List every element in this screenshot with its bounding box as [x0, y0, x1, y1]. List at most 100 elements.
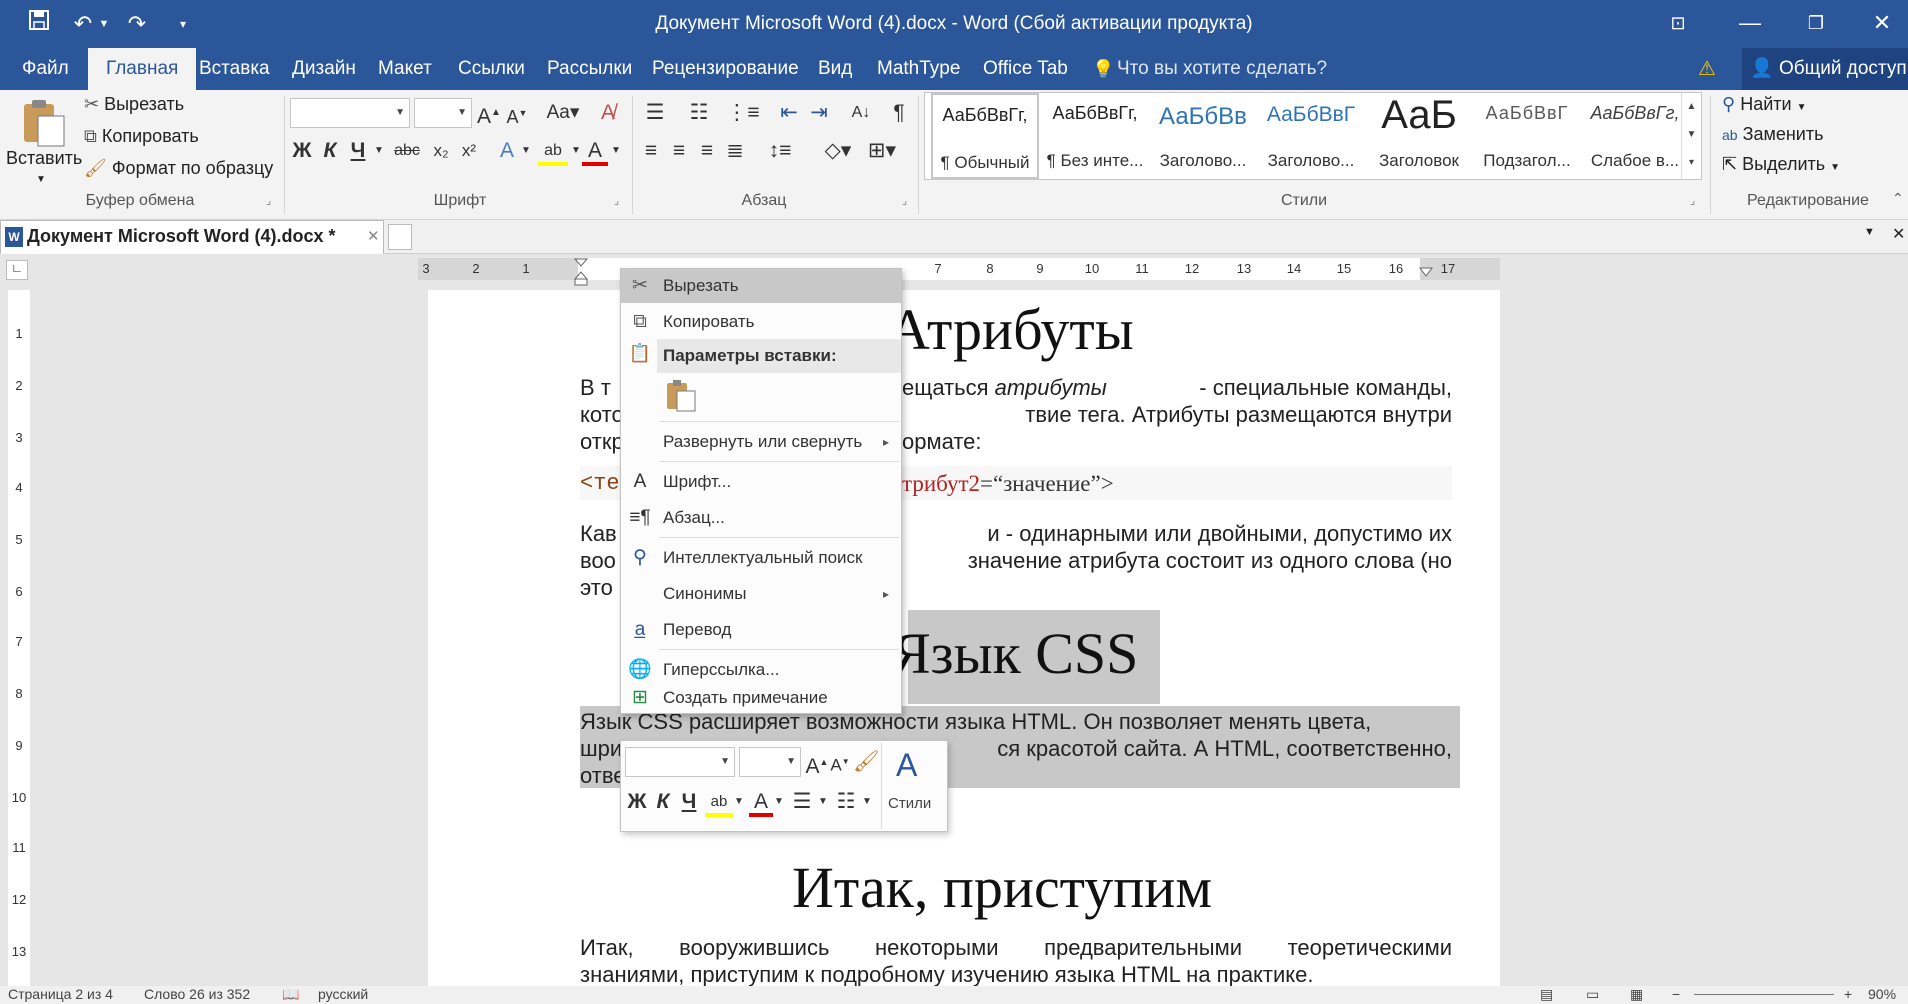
- increase-indent-icon[interactable]: ⇥: [806, 98, 832, 128]
- mini-font-size-combo[interactable]: ▼: [739, 747, 801, 777]
- tab-mathtype[interactable]: MathType: [877, 48, 960, 90]
- dialog-launcher-icon[interactable]: ⌟: [266, 194, 271, 207]
- menu-item-new-comment[interactable]: ⊞ Создать примечание: [621, 681, 901, 715]
- shading-icon[interactable]: ◇▾: [818, 136, 858, 166]
- web-layout-icon[interactable]: ▦: [1630, 986, 1643, 1003]
- vertical-ruler[interactable]: 123 456 789 10 11 12 13: [8, 290, 30, 990]
- copy-button[interactable]: ⧉ Копировать: [84, 126, 199, 147]
- menu-item-cut[interactable]: ✂ Вырезать: [621, 269, 901, 303]
- style-no-spacing[interactable]: АаБбВвГг, ¶ Без инте...: [1041, 93, 1149, 179]
- bullets-icon[interactable]: ☰: [787, 787, 817, 817]
- shrink-font-icon[interactable]: A▼: [829, 747, 851, 781]
- tab-references[interactable]: Ссылки: [458, 48, 525, 90]
- font-size-combo[interactable]: ▼: [414, 98, 472, 128]
- language[interactable]: русский: [318, 986, 368, 1002]
- superscript-button[interactable]: x²: [456, 136, 482, 166]
- zoom-in-icon[interactable]: +: [1844, 986, 1852, 1002]
- align-left-icon[interactable]: ≡: [638, 136, 664, 166]
- underline-button[interactable]: Ч: [346, 136, 370, 166]
- subscript-button[interactable]: x₂: [428, 136, 454, 166]
- pilcrow-icon[interactable]: ¶: [886, 98, 912, 128]
- bold-button[interactable]: Ж: [290, 136, 314, 166]
- cut-button[interactable]: ✂ Вырезать: [84, 94, 184, 115]
- numbering-icon[interactable]: ☷: [831, 787, 861, 817]
- highlight-icon[interactable]: ab: [538, 136, 568, 166]
- bullets-icon[interactable]: ☰: [638, 98, 672, 128]
- format-painter-button[interactable]: 🖌 Формат по образцу: [84, 158, 273, 179]
- tab-selector[interactable]: ∟: [6, 260, 28, 280]
- redo-icon[interactable]: ↷: [120, 8, 154, 40]
- proofing-icon[interactable]: 📖: [282, 986, 299, 1003]
- chevron-down-icon[interactable]: ▼: [817, 787, 829, 817]
- clear-formatting-icon[interactable]: A̸: [594, 98, 622, 128]
- zoom-slider[interactable]: [1694, 994, 1834, 995]
- align-right-icon[interactable]: ≡: [694, 136, 720, 166]
- tab-file[interactable]: Файл: [22, 48, 69, 90]
- menu-item-copy[interactable]: ⧉ Копировать: [621, 305, 901, 339]
- tell-me-search[interactable]: Что вы хотите сделать?: [1117, 48, 1327, 90]
- paste-button[interactable]: Вставить ▼: [6, 94, 82, 190]
- tab-view[interactable]: Вид: [818, 48, 852, 90]
- tab-mailings[interactable]: Рассылки: [547, 48, 632, 90]
- tab-home[interactable]: Главная: [88, 48, 197, 90]
- select-button[interactable]: ⇱ Выделить ▼: [1722, 154, 1840, 175]
- document-page[interactable]: Атрибуты В т ещаться атрибуты - специаль…: [428, 290, 1500, 996]
- dialog-launcher-icon[interactable]: ⌟: [1690, 194, 1695, 207]
- tab-list-dropdown-icon[interactable]: ▼: [1864, 226, 1875, 238]
- bold-button[interactable]: Ж: [625, 787, 649, 817]
- style-title[interactable]: АаБ Заголовок: [1365, 93, 1473, 179]
- save-icon[interactable]: [22, 8, 56, 40]
- replace-button[interactable]: ab Заменить: [1722, 124, 1823, 145]
- tab-office-tab[interactable]: Office Tab: [983, 48, 1068, 90]
- zoom-level[interactable]: 90%: [1868, 986, 1896, 1002]
- font-color-icon[interactable]: A: [582, 136, 608, 166]
- customize-toolbar-icon[interactable]: ▾: [166, 8, 200, 40]
- document-tab[interactable]: W Документ Microsoft Word (4).docx * ✕: [0, 220, 384, 254]
- word-count[interactable]: Слово 26 из 352: [144, 986, 250, 1002]
- warning-icon[interactable]: ⚠: [1698, 48, 1716, 90]
- style-normal[interactable]: АаБбВвГг, ¶ Обычный: [931, 93, 1039, 179]
- find-button[interactable]: ⚲ Найти ▼: [1722, 94, 1807, 115]
- style-subtle-emphasis[interactable]: АаБбВвГг, Слабое в...: [1581, 93, 1689, 179]
- justify-icon[interactable]: ≣: [722, 136, 748, 166]
- multilevel-list-icon[interactable]: ⋮≡: [726, 98, 760, 128]
- borders-icon[interactable]: ⊞▾: [862, 136, 902, 166]
- print-layout-icon[interactable]: ▭: [1586, 986, 1599, 1003]
- chevron-down-icon[interactable]: ▼: [861, 787, 873, 817]
- dialog-launcher-icon[interactable]: ⌟: [902, 194, 907, 207]
- zoom-out-icon[interactable]: −: [1672, 986, 1680, 1002]
- close-icon[interactable]: ✕: [1892, 224, 1905, 244]
- mini-styles-button[interactable]: A Стили: [881, 743, 945, 829]
- indent-marker[interactable]: [573, 258, 589, 288]
- share-button[interactable]: 👤 Общий доступ: [1742, 48, 1908, 90]
- font-name-combo[interactable]: ▼: [290, 98, 410, 128]
- menu-item-paragraph[interactable]: ≡¶ Абзац...: [621, 501, 901, 535]
- collapse-ribbon-icon[interactable]: ⌃: [1892, 190, 1904, 207]
- tab-insert[interactable]: Вставка: [199, 48, 270, 90]
- menu-item-font[interactable]: A Шрифт...: [621, 465, 901, 499]
- grow-font-icon[interactable]: A▲: [805, 747, 829, 782]
- highlight-icon[interactable]: ab: [705, 787, 733, 817]
- restore-icon[interactable]: ❐: [1780, 0, 1852, 48]
- sort-icon[interactable]: A↓: [848, 98, 874, 128]
- line-spacing-icon[interactable]: ↕≡: [760, 136, 800, 166]
- ribbon-display-icon[interactable]: ⊡: [1642, 0, 1714, 48]
- tab-layout[interactable]: Макет: [378, 48, 432, 90]
- style-heading-2[interactable]: АаБбВвГ Заголово...: [1257, 93, 1365, 179]
- chevron-down-icon[interactable]: ▼: [520, 136, 532, 166]
- brush-icon[interactable]: 🖌: [853, 747, 880, 777]
- italic-button[interactable]: К: [651, 787, 675, 817]
- chevron-down-icon[interactable]: ▼: [733, 787, 745, 817]
- close-icon[interactable]: ✕: [1846, 0, 1908, 48]
- decrease-indent-icon[interactable]: ⇤: [776, 98, 802, 128]
- close-tab-icon[interactable]: ✕: [367, 227, 380, 245]
- minimize-icon[interactable]: —: [1714, 0, 1786, 48]
- undo-dropdown-icon[interactable]: ▼: [94, 8, 114, 40]
- underline-button[interactable]: Ч: [677, 787, 701, 817]
- numbering-icon[interactable]: ☷: [682, 98, 716, 128]
- font-color-icon[interactable]: A: [749, 787, 773, 817]
- menu-item-translate[interactable]: a̲ Перевод: [621, 613, 901, 647]
- chevron-down-icon[interactable]: ▼: [372, 136, 386, 166]
- menu-item-smart-lookup[interactable]: ⚲ Интеллектуальный поиск: [621, 541, 901, 575]
- page-count[interactable]: Страница 2 из 4: [8, 986, 113, 1002]
